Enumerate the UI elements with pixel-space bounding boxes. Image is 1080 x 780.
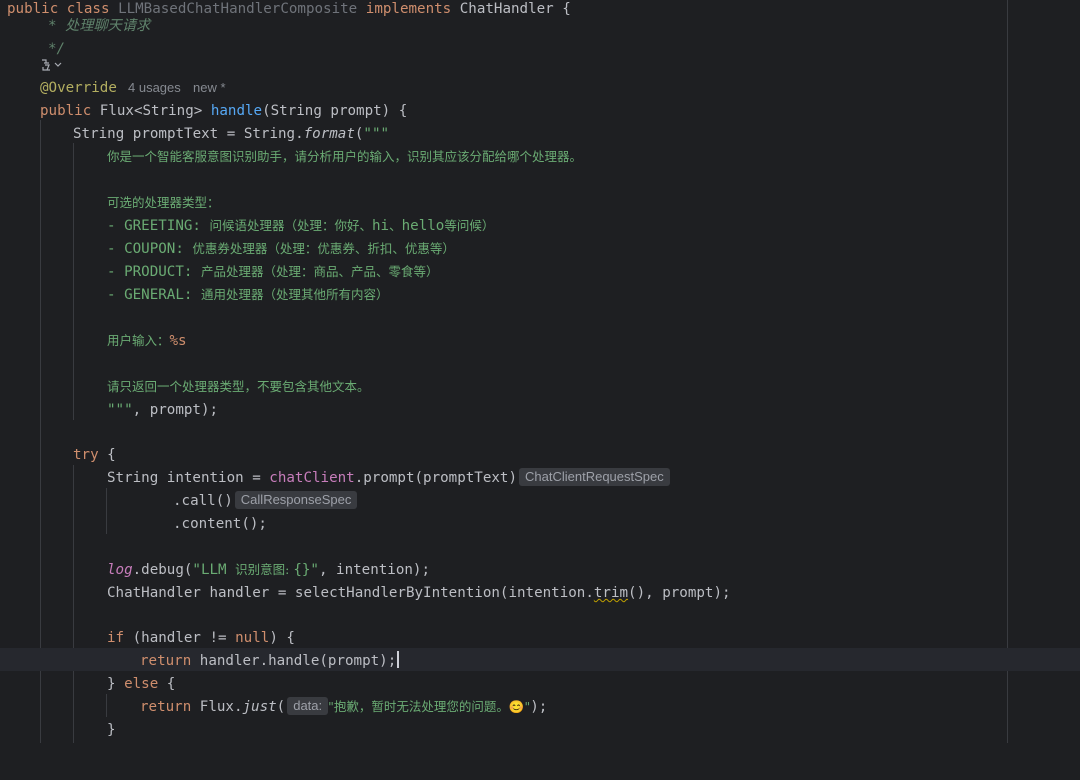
intent-key: - GENERAL: — [107, 287, 201, 303]
code-line[interactable]: public Flux<String> handle(String prompt… — [0, 101, 1080, 124]
text-block-line: 可选的处理器类型： — [107, 195, 220, 210]
method-call: .call() — [173, 493, 233, 509]
brace: } — [107, 676, 125, 692]
method-params: (String prompt) { — [262, 103, 408, 119]
keyword: else — [124, 676, 159, 692]
code-line[interactable]: - GENERAL: 通用处理器（处理其他所有内容） — [0, 285, 1080, 308]
return-type: Flux<String> — [99, 103, 203, 119]
keyword: class — [66, 1, 110, 17]
code-line[interactable]: 请只返回一个处理器类型，不要包含其他文本。 — [0, 377, 1080, 400]
method-args: , intention); — [318, 562, 430, 578]
text-block-line: 用户输入： — [107, 333, 170, 348]
method-name: handle — [210, 103, 263, 119]
statement-end: ); — [530, 699, 548, 715]
warning-underline[interactable]: trim — [594, 585, 628, 601]
param-inlay-hint: data: — [287, 697, 329, 715]
keyword: null — [235, 630, 270, 646]
brace: { — [553, 1, 571, 17]
intent-desc: 等问候） — [444, 218, 495, 233]
text-caret — [397, 651, 400, 668]
static-method: format — [303, 126, 355, 142]
format-specifier: %s — [169, 333, 187, 349]
keyword: return — [140, 653, 192, 669]
keyword: if — [107, 630, 125, 646]
statement: (), prompt); — [628, 585, 731, 601]
string-literal: "LLM — [192, 562, 236, 578]
field-reference: chatClient — [269, 470, 355, 486]
doc-comment-end: */ — [48, 41, 66, 57]
code-line[interactable]: - GREETING: 问候语处理器（处理：你好、hi、hello等问候） — [0, 216, 1080, 239]
code-line[interactable]: 用户输入：%s — [0, 331, 1080, 354]
condition: (handler != — [124, 630, 236, 646]
intent-desc: hello — [401, 218, 445, 234]
class-reference: Flux. — [191, 699, 243, 715]
code-line[interactable]: try { — [0, 445, 1080, 468]
intent-desc: hi — [372, 218, 390, 234]
statement: ChatHandler handler = selectHandlerByInt… — [107, 585, 594, 601]
keyword: return — [140, 699, 192, 715]
code-line[interactable]: .content(); — [0, 514, 1080, 537]
method-call: .prompt(promptText) — [354, 470, 518, 486]
intent-desc: 产品处理器（处理：商品、产品、零食等） — [200, 264, 439, 279]
intent-desc: 通用处理器（处理其他所有内容） — [200, 287, 389, 302]
code-line[interactable]: */ — [0, 39, 1080, 62]
vcs-status: new * — [193, 80, 226, 95]
static-method: just — [242, 699, 277, 715]
string-literal: 识别意图: — [235, 562, 294, 577]
paren: ( — [276, 699, 286, 715]
intent-key: - PRODUCT: — [107, 264, 201, 280]
method-call: .content(); — [173, 516, 267, 532]
intent-key: - COUPON: — [107, 241, 193, 257]
condition: ) { — [269, 630, 295, 646]
keyword: try — [73, 447, 99, 463]
code-line[interactable]: 可选的处理器类型： — [0, 193, 1080, 216]
code-line[interactable]: String promptText = String.format(""" — [0, 124, 1080, 147]
text-block-line: 你是一个智能客服意图识别助手，请分析用户的输入，识别其应该分配给哪个处理器。 — [107, 149, 583, 164]
keyword: public — [40, 103, 92, 119]
return-expression: handler.handle(prompt); — [191, 653, 397, 669]
class-name: LLMBasedChatHandlerComposite — [118, 1, 358, 17]
method-call: .debug( — [132, 562, 193, 578]
code-line[interactable]: } else { — [0, 674, 1080, 697]
intent-key: - GREETING: — [107, 218, 210, 234]
logger-field: log — [107, 562, 133, 578]
text-block-close: """ — [107, 402, 133, 418]
brace: { — [98, 447, 116, 463]
interface-name: ChatHandler — [459, 1, 554, 17]
variable-declaration: String intention = — [107, 470, 270, 486]
code-line[interactable]: - COUPON: 优惠券处理器（处理：优惠券、折扣、优惠等） — [0, 239, 1080, 262]
doc-comment: * 处理聊天请求 — [48, 18, 151, 34]
annotation: @Override — [40, 80, 117, 96]
code-line[interactable]: log.debug("LLM 识别意图: {}", intention); — [0, 560, 1080, 583]
code-line[interactable]: ChatHandler handler = selectHandlerByInt… — [0, 583, 1080, 606]
code-line[interactable]: - PRODUCT: 产品处理器（处理：商品、产品、零食等） — [0, 262, 1080, 285]
current-line[interactable]: return handler.handle(prompt); — [0, 648, 1080, 671]
type-inlay-hint: ChatClientRequestSpec — [519, 468, 670, 486]
string-literal: {}" — [293, 562, 319, 578]
code-line[interactable]: String intention = chatClient.prompt(pro… — [0, 468, 1080, 491]
code-line[interactable]: * 处理聊天请求 — [0, 16, 1080, 39]
format-args: , prompt); — [132, 402, 219, 418]
brace: { — [158, 676, 176, 692]
text-block-line: 请只返回一个处理器类型，不要包含其他文本。 — [107, 379, 370, 394]
string-literal: "抱歉，暂时无法处理您的问题。😊" — [328, 699, 531, 714]
usages-link[interactable]: 4 usages — [128, 78, 181, 98]
override-marker-icon[interactable] — [40, 58, 64, 75]
code-line[interactable]: return Flux.just(data: "抱歉，暂时无法处理您的问题。😊")… — [0, 697, 1080, 720]
variable-declaration: String promptText = String. — [73, 126, 304, 142]
code-line[interactable]: .call() CallResponseSpec — [0, 491, 1080, 514]
brace: } — [107, 722, 116, 738]
intent-desc: 问候语处理器（处理：你好、 — [209, 218, 373, 233]
type-inlay-hint: CallResponseSpec — [234, 491, 358, 509]
keyword: implements — [365, 1, 452, 17]
code-line[interactable]: @Override 4 usages new * — [0, 78, 1080, 101]
intent-desc: 优惠券处理器（处理：优惠券、折扣、优惠等） — [192, 241, 455, 256]
code-line[interactable]: """, prompt); — [0, 400, 1080, 423]
text-block-open: """ — [363, 126, 390, 142]
code-line[interactable]: } — [0, 720, 1080, 743]
code-line[interactable]: 你是一个智能客服意图识别助手，请分析用户的输入，识别其应该分配给哪个处理器。 — [0, 147, 1080, 170]
intent-desc: 、 — [389, 218, 402, 233]
code-editor[interactable]: public class LLMBasedChatHandlerComposit… — [0, 0, 1080, 743]
keyword: public — [7, 1, 59, 17]
